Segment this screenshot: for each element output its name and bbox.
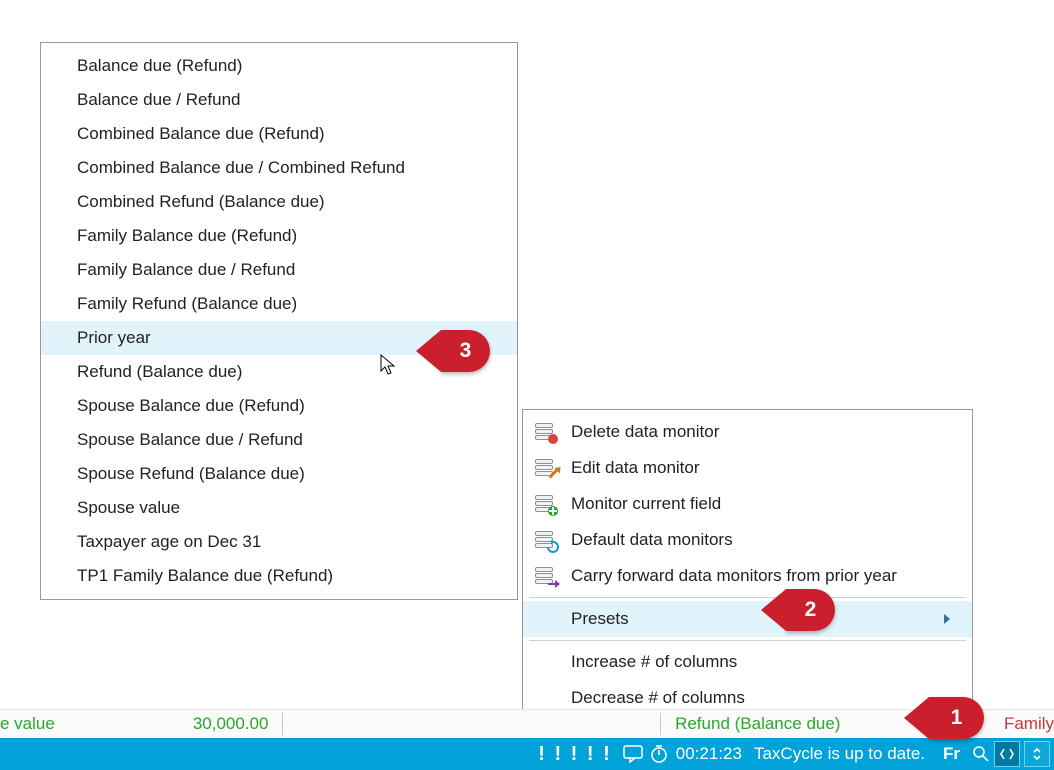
annotation-callout-3: 3	[441, 330, 490, 372]
presets-submenu: Balance due (Refund) Balance due / Refun…	[40, 42, 518, 600]
menu-label: Presets	[567, 609, 944, 629]
preset-item[interactable]: TP1 Family Balance due (Refund)	[41, 559, 517, 593]
menu-presets[interactable]: Presets	[523, 601, 972, 637]
menu-label: Monitor current field	[567, 494, 944, 514]
preset-item[interactable]: Taxpayer age on Dec 31	[41, 525, 517, 559]
preset-item[interactable]: Family Balance due / Refund	[41, 253, 517, 287]
monitor-label: e value	[0, 714, 63, 734]
panel-toggle-right-icon[interactable]	[1024, 741, 1050, 767]
preset-item[interactable]: Combined Balance due (Refund)	[41, 117, 517, 151]
data-monitor-delete-icon	[535, 423, 555, 441]
preset-item[interactable]: Family Refund (Balance due)	[41, 287, 517, 321]
data-monitor-context-menu: Delete data monitor Edit data monitor Mo…	[522, 409, 973, 721]
menu-label: Edit data monitor	[567, 458, 944, 478]
menu-separator	[529, 597, 966, 598]
status-bar: ! ! ! ! ! 00:21:23 TaxCycle is up to dat…	[0, 738, 1054, 770]
monitor-value: 30,000.00	[193, 714, 269, 734]
preset-item[interactable]: Spouse value	[41, 491, 517, 525]
menu-label: Increase # of columns	[567, 652, 944, 672]
timer-value[interactable]: 00:21:23	[672, 744, 754, 764]
cursor-icon	[379, 353, 399, 377]
annotation-callout-2: 2	[786, 589, 835, 631]
chat-icon[interactable]	[620, 741, 646, 767]
submenu-arrow-icon	[944, 614, 950, 624]
menu-edit-data-monitor[interactable]: Edit data monitor	[523, 450, 972, 486]
menu-label: Decrease # of columns	[567, 688, 944, 708]
menu-separator	[529, 640, 966, 641]
preset-item[interactable]: Spouse Balance due (Refund)	[41, 389, 517, 423]
zoom-icon[interactable]	[968, 741, 994, 767]
update-status-text[interactable]: TaxCycle is up to date.	[754, 744, 943, 764]
menu-default-data-monitors[interactable]: Default data monitors	[523, 522, 972, 558]
monitor-label: Refund (Balance due)	[675, 714, 848, 734]
preset-item[interactable]: Family Balance due (Refund)	[41, 219, 517, 253]
preset-item[interactable]: Combined Refund (Balance due)	[41, 185, 517, 219]
data-monitor-default-icon	[535, 531, 555, 549]
menu-label: Default data monitors	[567, 530, 944, 550]
menu-carry-forward[interactable]: Carry forward data monitors from prior y…	[523, 558, 972, 594]
preset-item[interactable]: Combined Balance due / Combined Refund	[41, 151, 517, 185]
preset-item[interactable]: Balance due (Refund)	[41, 49, 517, 83]
data-monitor-add-icon	[535, 495, 555, 513]
panel-toggle-left-icon[interactable]	[994, 741, 1020, 767]
monitor-label: Family	[1004, 714, 1054, 734]
menu-label: Delete data monitor	[567, 422, 944, 442]
language-toggle[interactable]: Fr	[943, 744, 968, 764]
menu-label: Carry forward data monitors from prior y…	[567, 566, 944, 586]
menu-delete-data-monitor[interactable]: Delete data monitor	[523, 414, 972, 450]
menu-increase-columns[interactable]: Increase # of columns	[523, 644, 972, 680]
monitor-divider	[282, 713, 283, 735]
data-monitor-edit-icon	[535, 459, 555, 477]
menu-monitor-current-field[interactable]: Monitor current field	[523, 486, 972, 522]
data-monitor-bar[interactable]: e value 30,000.00 Refund (Balance due) 3…	[0, 709, 1054, 738]
annotation-callout-1: 1	[929, 697, 984, 739]
preset-item[interactable]: Spouse Refund (Balance due)	[41, 457, 517, 491]
review-alerts-icon[interactable]: ! ! ! ! !	[538, 743, 620, 766]
data-monitor-carry-icon	[535, 567, 555, 585]
stopwatch-icon[interactable]	[646, 741, 672, 767]
preset-item[interactable]: Spouse Balance due / Refund	[41, 423, 517, 457]
preset-item[interactable]: Balance due / Refund	[41, 83, 517, 117]
monitor-divider	[660, 713, 661, 735]
